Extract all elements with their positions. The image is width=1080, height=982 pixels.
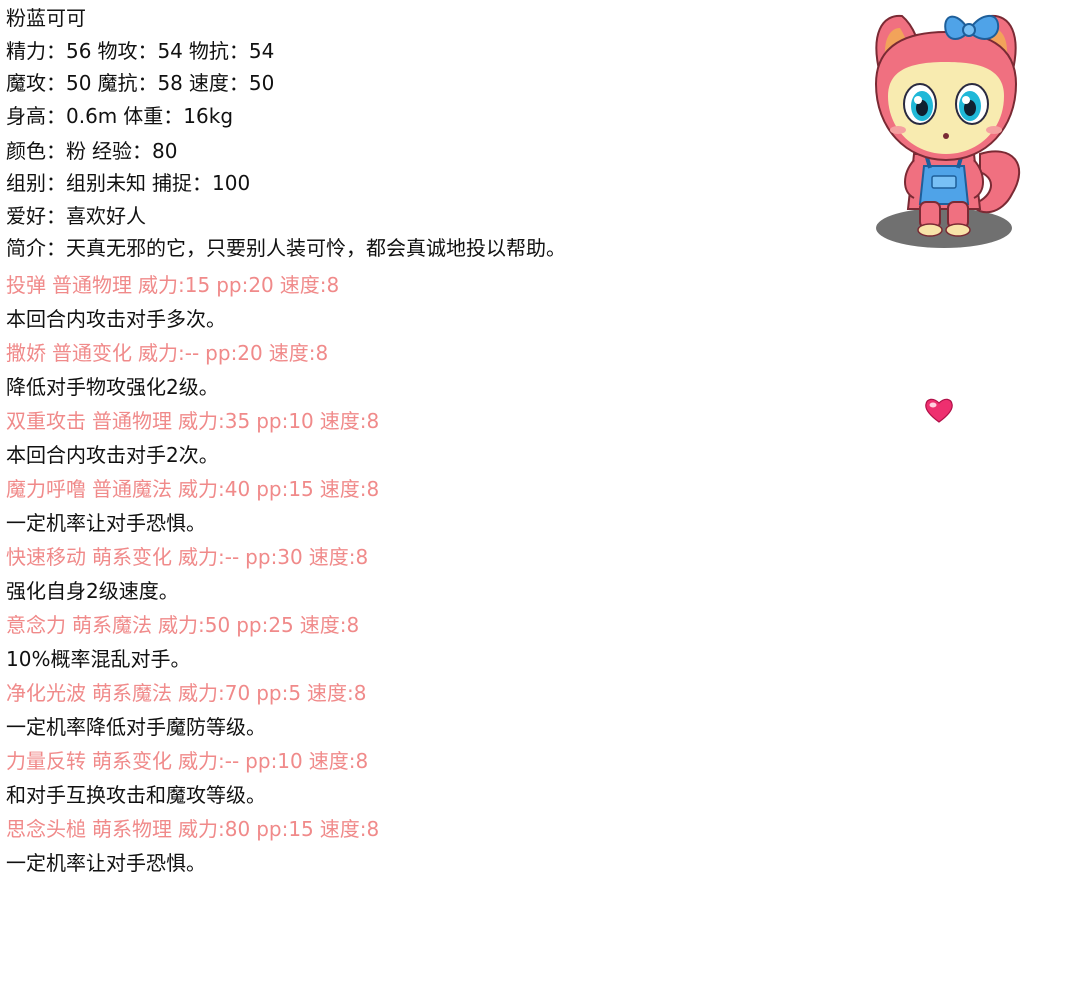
skill-type: 普通魔法	[92, 477, 172, 501]
stat-speed: 速度：50	[188, 71, 275, 95]
skill-entry: 思念头槌 萌系物理 威力:80 pp:15 速度:8 一定机率让对手恐惧。	[6, 814, 846, 882]
skill-description: 一定机率让对手恐惧。	[6, 851, 206, 875]
skill-power: 威力:80	[178, 817, 251, 841]
skill-speed: 速度:8	[319, 409, 380, 433]
skill-name: 净化光波	[6, 681, 86, 705]
skill-power: 威力:35	[178, 409, 251, 433]
skill-power: 威力:--	[178, 749, 240, 773]
skill-entry: 魔力呼噜 普通魔法 威力:40 pp:15 速度:8 一定机率让对手恐惧。	[6, 474, 846, 542]
stat-energy: 精力：56	[6, 39, 92, 63]
stat-color: 颜色：粉	[6, 139, 86, 163]
skill-entry: 双重攻击 普通物理 威力:35 pp:10 速度:8 本回合内攻击对手2次。	[6, 406, 846, 474]
skill-entry: 投弹 普通物理 威力:15 pp:20 速度:8 本回合内攻击对手多次。	[6, 270, 846, 338]
pet-hobby: 爱好：喜欢好人	[6, 204, 146, 228]
skill-description: 10%概率混乱对手。	[6, 647, 191, 671]
skill-header: 力量反转 萌系变化 威力:-- pp:10 速度:8	[6, 746, 846, 780]
stat-line-1: 精力：56 物攻：54 物抗：54	[6, 35, 274, 64]
stat-weight: 体重：16kg	[123, 104, 234, 128]
skill-description: 和对手互换攻击和魔攻等级。	[6, 783, 266, 807]
skill-type: 萌系魔法	[92, 681, 172, 705]
stat-line-3: 身高：0.6m 体重：16kg	[6, 100, 233, 129]
skill-power: 威力:--	[138, 341, 200, 365]
skill-type: 普通物理	[52, 273, 132, 297]
skill-description: 强化自身2级速度。	[6, 579, 179, 603]
skill-pp: pp:10	[256, 409, 314, 433]
skill-description: 本回合内攻击对手多次。	[6, 307, 226, 331]
skill-name: 快速移动	[6, 545, 86, 569]
skill-power: 威力:70	[178, 681, 251, 705]
skill-name: 思念头槌	[6, 817, 86, 841]
stat-capture: 捕捉：100	[152, 171, 251, 195]
pink-cat-pet-portrait-icon	[874, 14, 1021, 248]
skill-type: 普通物理	[92, 409, 172, 433]
skill-name: 力量反转	[6, 749, 86, 773]
skill-entry: 意念力 萌系魔法 威力:50 pp:25 速度:8 10%概率混乱对手。	[6, 610, 846, 678]
stat-line-2: 魔攻：50 魔抗：58 速度：50	[6, 67, 274, 96]
skill-pp: pp:20	[205, 341, 263, 365]
skill-type: 萌系物理	[92, 817, 172, 841]
skill-header: 魔力呼噜 普通魔法 威力:40 pp:15 速度:8	[6, 474, 846, 508]
skill-type: 普通变化	[52, 341, 132, 365]
skill-header: 意念力 萌系魔法 威力:50 pp:25 速度:8	[6, 610, 846, 644]
skill-type: 萌系变化	[92, 749, 172, 773]
skill-list: 投弹 普通物理 威力:15 pp:20 速度:8 本回合内攻击对手多次。 撒娇 普通变化威…	[6, 270, 846, 882]
skill-name: 意念力	[6, 613, 66, 637]
skill-header: 撒娇 普通变化 威力:-- pp:20 速度:8	[6, 338, 846, 372]
skill-description: 一定机率让对手恐惧。	[6, 511, 206, 535]
pet-name: 粉蓝可可	[6, 6, 86, 30]
skill-entry: 撒娇 普通变化 威力:-- pp:20 速度:8 降低对手物攻强化2级。	[6, 338, 846, 406]
stat-phys-defense: 物抗：54	[188, 39, 275, 63]
skill-name: 撒娇	[6, 341, 46, 365]
skill-power: 威力:15	[138, 273, 211, 297]
skill-header: 净化光波 萌系魔法 威力:70 pp:5 速度:8	[6, 678, 846, 712]
skill-speed: 速度:8	[308, 749, 369, 773]
skill-name: 双重攻击	[6, 409, 86, 433]
skill-pp: pp:30	[245, 545, 303, 569]
skill-header: 投弹 普通物理 威力:15 pp:20 速度:8	[6, 270, 846, 304]
skill-speed: 速度:8	[279, 273, 340, 297]
heart-icon	[925, 398, 953, 423]
skill-pp: pp:25	[236, 613, 294, 637]
stat-magic-defense: 魔抗：58	[97, 71, 183, 95]
stat-height: 身高：0.6m	[6, 104, 118, 128]
pet-intro: 简介：天真无邪的它，只要别人装可怜，都会真诚地投以帮助。	[6, 236, 566, 260]
skill-speed: 速度:8	[319, 477, 380, 501]
stat-group: 组别：组别未知	[6, 171, 146, 195]
skill-speed: 速度:8	[299, 613, 360, 637]
skill-speed: 速度:8	[319, 817, 380, 841]
skill-entry: 净化光波 萌系魔法 威力:70 pp:5 速度:8 一定机率降低对手魔防等级。	[6, 678, 846, 746]
skill-entry: 快速移动 萌系变化 威力:-- pp:30 速度:8 强化自身2级速度。	[6, 542, 846, 610]
skill-power: 威力:--	[178, 545, 240, 569]
skill-pp: pp:10	[245, 749, 303, 773]
skill-pp: pp:15	[256, 817, 314, 841]
skill-description: 降低对手物攻强化2级。	[6, 375, 219, 399]
skill-type: 萌系魔法	[72, 613, 152, 637]
stat-line-4: 颜色：粉 经验：80	[6, 135, 177, 164]
skill-power: 威力:50	[158, 613, 231, 637]
skill-header: 快速移动 萌系变化 威力:-- pp:30 速度:8	[6, 542, 846, 576]
skill-pp: pp:5	[256, 681, 302, 705]
stat-magic-attack: 魔攻：50	[6, 71, 92, 95]
skill-description: 一定机率降低对手魔防等级。	[6, 715, 266, 739]
skill-header: 双重攻击 普通物理 威力:35 pp:10 速度:8	[6, 406, 846, 440]
stat-line-5: 组别：组别未知 捕捉：100	[6, 167, 250, 196]
skill-pp: pp:15	[256, 477, 314, 501]
skill-header: 思念头槌 萌系物理 威力:80 pp:15 速度:8	[6, 814, 846, 848]
skill-entry: 力量反转 萌系变化 威力:-- pp:10 速度:8 和对手互换攻击和魔攻等级。	[6, 746, 846, 814]
stat-phys-attack: 物攻：54	[97, 39, 183, 63]
skill-description: 本回合内攻击对手2次。	[6, 443, 219, 467]
skill-type: 萌系变化	[92, 545, 172, 569]
stat-experience: 经验：80	[92, 139, 178, 163]
skill-speed: 速度:8	[268, 341, 329, 365]
skill-name: 魔力呼噜	[6, 477, 86, 501]
skill-power: 威力:40	[178, 477, 251, 501]
skill-name: 投弹	[6, 273, 46, 297]
skill-speed: 速度:8	[308, 545, 369, 569]
skill-pp: pp:20	[216, 273, 274, 297]
skill-speed: 速度:8	[307, 681, 367, 705]
